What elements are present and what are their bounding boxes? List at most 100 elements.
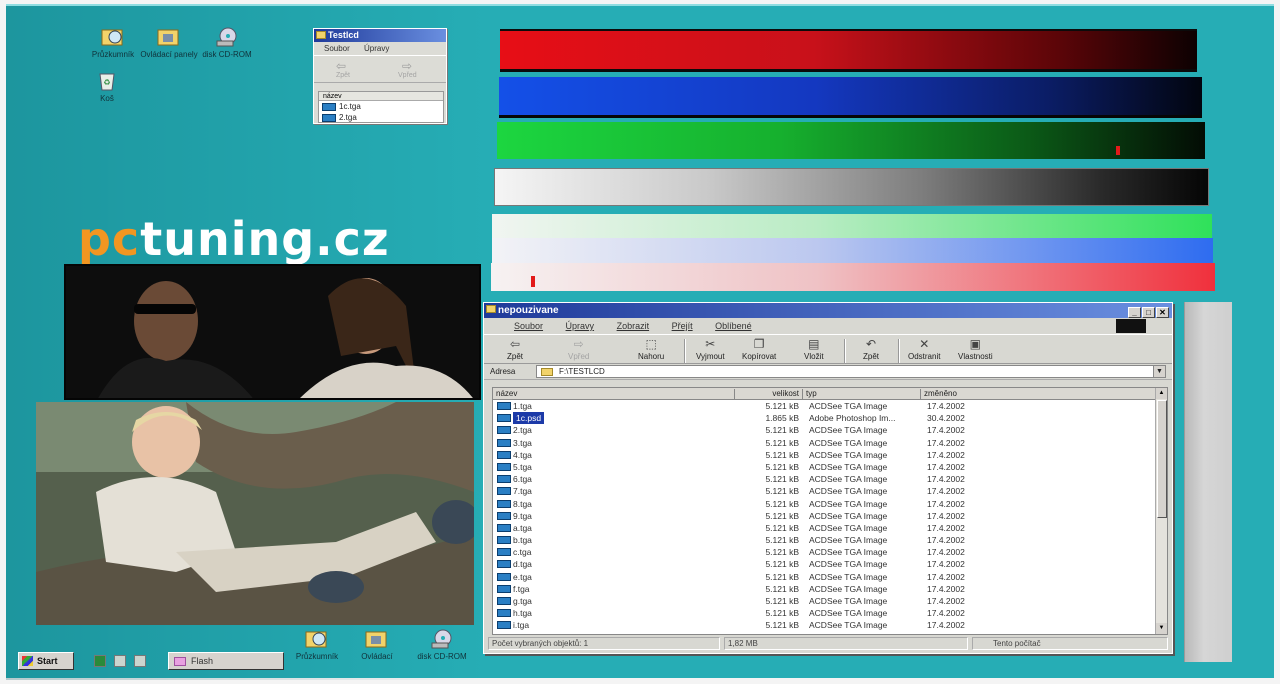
file-size: 5.121 kB xyxy=(765,486,799,497)
table-row[interactable]: 6.tga 5.121 kB ACDSee TGA Image 17.4.2002 xyxy=(493,473,1167,485)
minimize-button[interactable]: _ xyxy=(1128,307,1141,318)
list-item[interactable]: 2.tga xyxy=(319,112,443,123)
file-name: d.tga xyxy=(513,559,532,570)
paste-icon: ▤ xyxy=(808,337,820,351)
windows-logo-icon xyxy=(22,656,33,666)
table-row[interactable]: 2.tga 5.121 kB ACDSee TGA Image 17.4.2002 xyxy=(493,424,1167,436)
chevron-down-icon[interactable]: ▼ xyxy=(1153,366,1165,377)
menu-soubor[interactable]: Soubor xyxy=(514,321,543,331)
table-row[interactable]: 9.tga 5.121 kB ACDSee TGA Image 17.4.2002 xyxy=(493,510,1167,522)
file-size: 5.121 kB xyxy=(765,474,799,485)
table-row[interactable]: b.tga 5.121 kB ACDSee TGA Image 17.4.2002 xyxy=(493,534,1167,546)
explorer-window[interactable]: nepouzivane _ □ ✕ Soubor Úpravy Zobrazit P… xyxy=(483,302,1173,654)
table-row[interactable]: f.tga 5.121 kB ACDSee TGA Image 17.4.2002 xyxy=(493,583,1167,595)
control-panel-icon xyxy=(365,631,387,648)
taskbar-icon-ovladaci[interactable]: Ovládací xyxy=(346,628,408,661)
back-button[interactable]: Zpět xyxy=(336,72,350,79)
menu-upravy[interactable]: Úpravy xyxy=(566,321,595,331)
testlcd-file-list[interactable]: název 1c.tga 2.tga xyxy=(318,91,444,123)
desktop-icon-disk-cdrom[interactable]: disk CD-ROM xyxy=(196,26,258,59)
delete-button[interactable]: ✕ Odstranit xyxy=(908,337,940,361)
file-size: 5.121 kB xyxy=(765,425,799,436)
scroll-thumb[interactable] xyxy=(1157,400,1167,518)
column-header-name[interactable]: název xyxy=(493,389,735,399)
column-header-type[interactable]: typ xyxy=(803,389,921,399)
file-date: 30.4.2002 xyxy=(927,413,965,424)
table-row[interactable]: a.tga 5.121 kB ACDSee TGA Image 17.4.2002 xyxy=(493,522,1167,534)
file-list[interactable]: název velikost typ změněno 1.tga 5.121 kB… xyxy=(492,387,1168,635)
scroll-up-icon[interactable]: ▲ xyxy=(1156,388,1167,399)
undo-icon: ↶ xyxy=(865,337,877,351)
quicklaunch-outlook-icon[interactable] xyxy=(114,655,126,667)
file-date: 17.4.2002 xyxy=(927,596,965,606)
light-blue-gradient-bar xyxy=(492,238,1213,263)
menu-soubor[interactable]: Soubor xyxy=(324,44,350,53)
list-item[interactable]: 1c.tga xyxy=(319,101,443,112)
taskbar-icon-pruzkumnik[interactable]: Průzkumník xyxy=(284,628,350,661)
menu-zobrazit[interactable]: Zobrazit xyxy=(617,321,650,331)
start-button[interactable]: Start xyxy=(18,652,74,670)
file-size: 5.121 kB xyxy=(765,498,799,509)
paste-button[interactable]: ▤ Vložit xyxy=(804,337,824,361)
file-icon xyxy=(497,511,511,520)
desktop-icon-kos[interactable]: ♻ Koš xyxy=(76,70,138,103)
forward-button[interactable]: Vpřed xyxy=(398,72,417,79)
forward-arrow-icon: ⇨ xyxy=(402,59,413,73)
table-row[interactable]: 5.tga 5.121 kB ACDSee TGA Image 17.4.2002 xyxy=(493,461,1167,473)
table-row[interactable]: 8.tga 5.121 kB ACDSee TGA Image 17.4.2002 xyxy=(493,498,1167,510)
table-row[interactable]: g.tga 5.121 kB ACDSee TGA Image 17.4.2002 xyxy=(493,595,1167,607)
address-input[interactable]: F:\TESTLCD ▼ xyxy=(536,365,1166,378)
desktop-icon-ovladaci-panely[interactable]: Ovládací panely xyxy=(138,26,200,59)
table-row[interactable]: 1.tga 5.121 kB ACDSee TGA Image 17.4.2002 xyxy=(493,400,1167,412)
menu-prejit[interactable]: Přejít xyxy=(672,321,693,331)
table-row[interactable]: 7.tga 5.121 kB ACDSee TGA Image 17.4.2002 xyxy=(493,485,1167,497)
table-row[interactable]: 1c.psd 1.865 kB Adobe Photoshop Im... 30.4.… xyxy=(493,412,1167,425)
photo-child-image xyxy=(36,402,474,625)
menu-upravy[interactable]: Úpravy xyxy=(364,44,389,53)
file-icon xyxy=(497,414,511,423)
testlcd-window[interactable]: Testlcd Soubor Úpravy ⇦ Zpět ⇨ Vpřed náz… xyxy=(313,28,447,124)
table-row[interactable]: c.tga 5.121 kB ACDSee TGA Image 17.4.2002 xyxy=(493,546,1167,558)
taskbar-icon-disk-cdrom[interactable]: disk CD-ROM xyxy=(406,628,478,661)
column-header-modified[interactable]: změněno xyxy=(921,389,1155,399)
quicklaunch-desktop-icon[interactable] xyxy=(94,655,106,667)
up-button[interactable]: ⬚ Nahoru xyxy=(638,337,664,361)
properties-button[interactable]: ▣ Vlastnosti xyxy=(958,337,993,361)
file-icon xyxy=(497,426,511,435)
file-icon xyxy=(497,597,511,605)
file-date: 17.4.2002 xyxy=(927,461,965,472)
toolbar-separator xyxy=(844,339,846,363)
table-row[interactable]: 4.tga 5.121 kB ACDSee TGA Image 17.4.2002 xyxy=(493,449,1167,461)
column-header-size[interactable]: velikost xyxy=(735,389,803,399)
menu-oblibene[interactable]: Oblíbené xyxy=(715,321,752,331)
vertical-scrollbar[interactable]: ▲ ▼ xyxy=(1155,388,1167,634)
file-date: 17.4.2002 xyxy=(927,401,965,411)
file-type: ACDSee TGA Image xyxy=(809,559,888,570)
scroll-down-icon[interactable]: ▼ xyxy=(1156,623,1167,634)
back-button[interactable]: ⇦ Zpět xyxy=(506,337,524,361)
file-type: ACDSee TGA Image xyxy=(809,498,888,509)
column-header-name[interactable]: název xyxy=(319,92,443,101)
table-row[interactable]: h.tga 5.121 kB ACDSee TGA Image 17.4.2002 xyxy=(493,607,1167,619)
green-bar-marker xyxy=(1116,146,1120,155)
file-icon xyxy=(497,560,511,569)
table-row[interactable]: e.tga 5.121 kB ACDSee TGA Image 17.4.2002 xyxy=(493,571,1167,583)
table-row[interactable]: d.tga 5.121 kB ACDSee TGA Image 17.4.2002 xyxy=(493,558,1167,570)
recycle-bin-icon: ♻ xyxy=(99,73,115,91)
photo-man-and-woman xyxy=(64,264,481,400)
desktop-icon-label: Koš xyxy=(100,94,114,103)
taskbar-button-flash[interactable]: Flash xyxy=(168,652,284,670)
explorer-titlebar[interactable]: nepouzivane _ □ ✕ xyxy=(484,303,1172,318)
forward-button[interactable]: ⇨ Vpřed xyxy=(568,337,589,361)
testlcd-titlebar[interactable]: Testlcd xyxy=(314,29,446,42)
close-button[interactable]: ✕ xyxy=(1156,307,1169,318)
table-row[interactable]: i.tga 5.121 kB ACDSee TGA Image 17.4.2002 xyxy=(493,619,1167,631)
quicklaunch-channels-icon[interactable] xyxy=(134,655,146,667)
cut-button[interactable]: ✂ Vyjmout xyxy=(696,337,725,361)
desktop-icon-pruzkumnik[interactable]: Průzkumník xyxy=(82,26,144,59)
table-row[interactable]: 3.tga 5.121 kB ACDSee TGA Image 17.4.2002 xyxy=(493,437,1167,449)
undo-button[interactable]: ↶ Zpět xyxy=(862,337,880,361)
maximize-button[interactable]: □ xyxy=(1142,307,1155,318)
file-type: ACDSee TGA Image xyxy=(809,461,888,472)
copy-button[interactable]: ❐ Kopírovat xyxy=(742,337,776,361)
